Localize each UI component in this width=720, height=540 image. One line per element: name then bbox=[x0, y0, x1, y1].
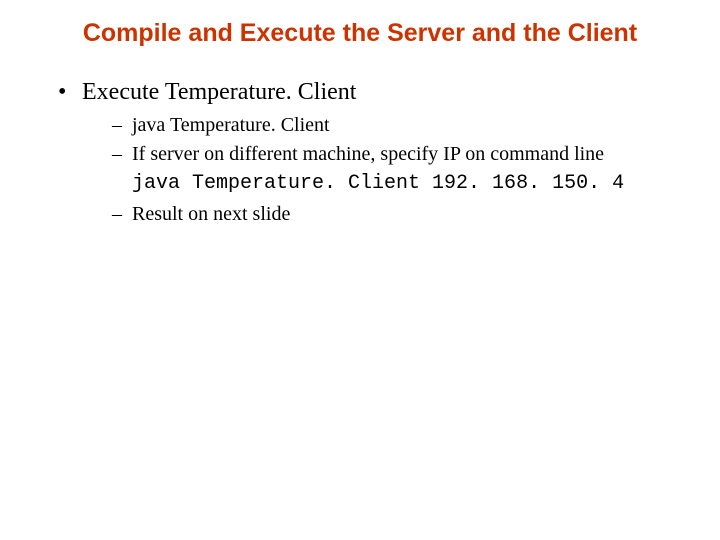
bullet-list-level2: Result on next slide bbox=[82, 201, 670, 228]
bullet-text: Execute Temperature. Client bbox=[82, 79, 356, 105]
bullet-list-level1: Execute Temperature. Client java Tempera… bbox=[50, 77, 670, 228]
code-line: java Temperature. Client 192. 168. 150. … bbox=[82, 170, 670, 197]
sub-bullet-text: If server on different machine, specify … bbox=[132, 143, 604, 165]
sub-bullet-item: If server on different machine, specify … bbox=[112, 141, 670, 168]
sub-bullet-text: Result on next slide bbox=[132, 203, 290, 225]
slide: Compile and Execute the Server and the C… bbox=[0, 0, 720, 540]
bullet-list-level2: java Temperature. Client If server on di… bbox=[82, 112, 670, 168]
sub-bullet-item: Result on next slide bbox=[112, 201, 670, 228]
sub-bullet-text: java Temperature. Client bbox=[132, 114, 330, 136]
sub-bullet-item: java Temperature. Client bbox=[112, 112, 670, 139]
slide-title: Compile and Execute the Server and the C… bbox=[50, 18, 670, 49]
bullet-item: Execute Temperature. Client java Tempera… bbox=[56, 77, 670, 228]
